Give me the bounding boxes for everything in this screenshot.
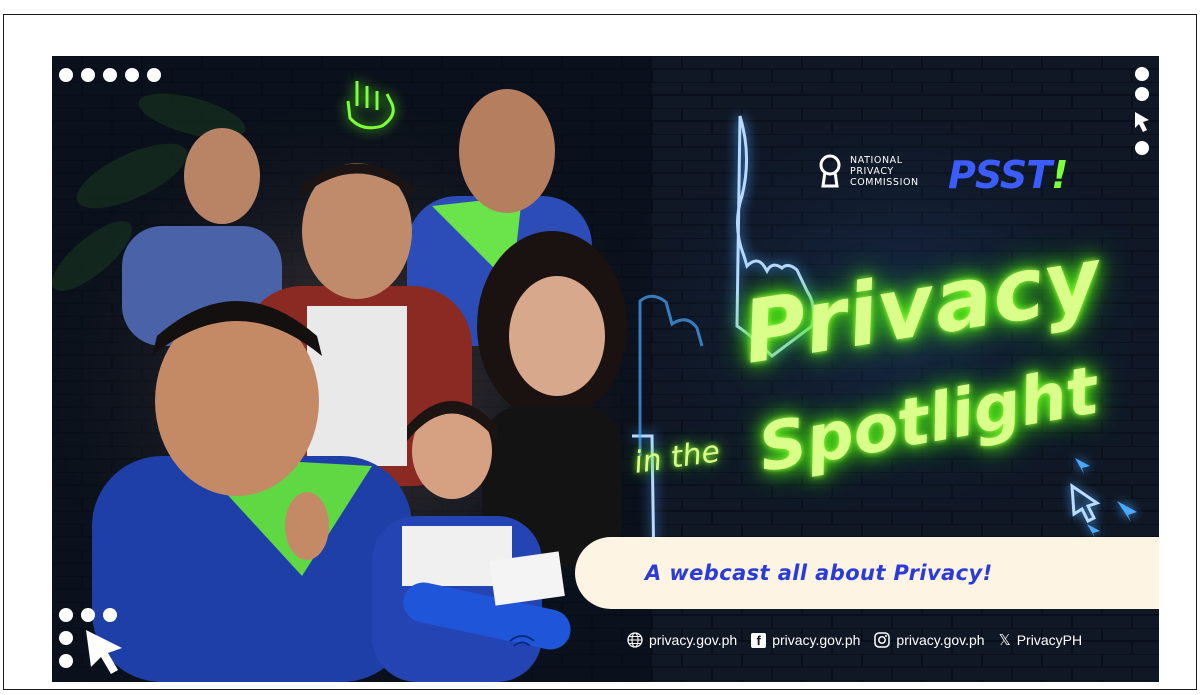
npc-line-3: COMMISSION (850, 176, 919, 188)
keyhole-icon (819, 154, 841, 188)
facebook-icon: f (751, 632, 767, 648)
national-privacy-commission-logo: NATIONAL PRIVACY COMMISSION (818, 154, 919, 188)
social-x[interactable]: 𝕏 PrivacyPH (999, 631, 1082, 649)
npc-line-1: NATIONAL (850, 154, 903, 166)
image-frame: NATIONAL PRIVACY COMMISSION PSST! Privac… (3, 14, 1197, 690)
social-x-label: PrivacyPH (1016, 632, 1083, 648)
webcast-banner: NATIONAL PRIVACY COMMISSION PSST! Privac… (52, 56, 1159, 682)
psst-logo-main: PSST (948, 153, 1052, 197)
instagram-icon (874, 632, 891, 648)
x-icon: 𝕏 (998, 632, 1011, 649)
social-instagram-label: privacy.gov.ph (896, 632, 985, 648)
npc-line-2: PRIVACY (850, 165, 894, 177)
social-facebook-label: privacy.gov.ph (772, 632, 861, 648)
social-website[interactable]: privacy.gov.ph (627, 632, 737, 648)
tagline-text: A webcast all about Privacy! (645, 561, 993, 585)
tagline-pill: A webcast all about Privacy! (575, 537, 1159, 609)
social-links: privacy.gov.ph f privacy.gov.ph privacy.… (627, 631, 1082, 649)
social-facebook[interactable]: f privacy.gov.ph (751, 632, 860, 648)
social-instagram[interactable]: privacy.gov.ph (874, 632, 985, 648)
psst-logo-bang: ! (1051, 153, 1068, 197)
social-website-label: privacy.gov.ph (649, 632, 738, 648)
globe-icon (627, 632, 643, 648)
psst-logo: PSST! (948, 153, 1069, 197)
